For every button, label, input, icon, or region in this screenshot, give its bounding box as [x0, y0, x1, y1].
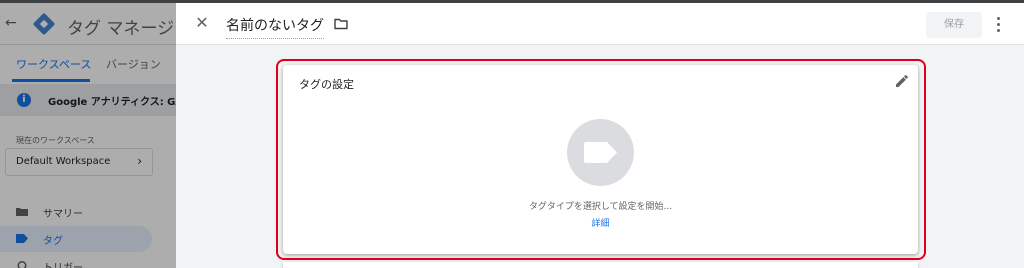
learn-more-link[interactable]: 詳細 [283, 216, 918, 229]
tag-icon [584, 142, 617, 163]
card-title: タグの設定 [299, 78, 354, 91]
tag-type-hint: タグタイプを選択して設定を開始... [528, 202, 673, 212]
top-edge-bar [0, 0, 1024, 3]
more-vert-icon[interactable] [990, 14, 1006, 34]
close-icon[interactable]: ✕ [192, 13, 212, 33]
folder-icon[interactable] [334, 18, 348, 30]
tag-configuration-card[interactable]: タグの設定 タグタイプを選択して設定を開始... 詳細 [283, 65, 918, 254]
panel-header: ✕ 名前のないタグ 保存 [176, 3, 1024, 45]
triggering-card-edge [283, 262, 918, 268]
pencil-edit-icon[interactable] [894, 73, 910, 89]
background-app: ← タグ マネージャ ワークスペース バージョン i Google アナリティク… [0, 0, 176, 268]
tag-name-field[interactable]: 名前のないタグ [226, 15, 324, 39]
tag-type-selector[interactable] [567, 119, 634, 186]
save-button[interactable]: 保存 [926, 12, 982, 38]
modal-scrim[interactable] [0, 0, 176, 268]
tag-editor-panel: ✕ 名前のないタグ 保存 タグの設定 タグタイプを選択して設定を開始... 詳細 [176, 0, 1024, 268]
